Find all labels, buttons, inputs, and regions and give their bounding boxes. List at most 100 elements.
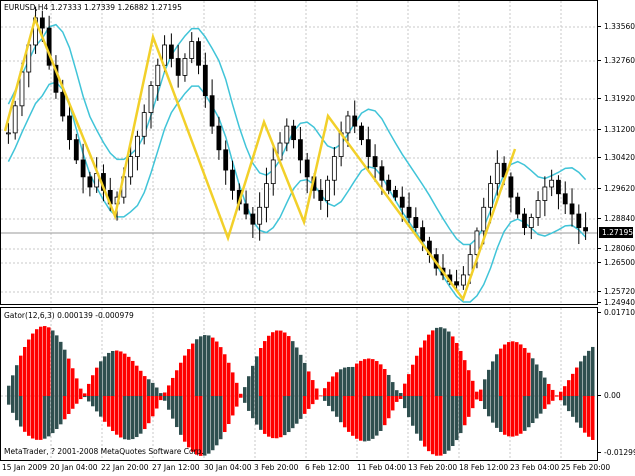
gator-lower-bar <box>363 396 367 442</box>
time-axis-label: 30 Jan 04:00 <box>204 463 252 472</box>
gator-lower-bar <box>23 396 27 432</box>
gator-upper-bar <box>127 356 131 396</box>
candle-body <box>393 189 398 198</box>
gator-lower-bar <box>243 396 247 403</box>
gator-lower-bar <box>179 396 183 435</box>
gator-upper-bar <box>99 361 103 396</box>
gator-upper-bar <box>31 333 35 396</box>
gator-upper-bar <box>351 366 355 396</box>
candle-body <box>331 156 337 181</box>
gator-lower-bar <box>183 396 187 442</box>
gator-upper-bar <box>499 348 503 396</box>
gator-upper-bar <box>187 349 191 396</box>
candle-body <box>196 41 201 66</box>
price-tick-label: 1.28840 <box>604 214 635 223</box>
candle-body <box>406 206 412 218</box>
gator-lower-bar <box>39 396 43 440</box>
gator-pane[interactable]: Gator(12,6,3) 0.000139 -0.000979 MetaTra… <box>0 307 598 461</box>
gator-upper-bar <box>507 342 511 396</box>
gator-upper-bar <box>303 362 307 396</box>
gator-lower-bar <box>127 396 131 440</box>
gator-upper-bar <box>427 334 431 396</box>
gator-scale: 0.017108 0.00 -0.01299 <box>598 307 635 461</box>
price-scale[interactable]: 1.33560 1.32760 1.31920 1.31200 1.30420 1.296… <box>598 0 635 307</box>
gator-lower-bar <box>355 396 359 439</box>
gator-upper-bar <box>379 364 383 396</box>
gator-title: Gator(12,6,3) 0.000139 -0.000979 <box>4 311 134 320</box>
gator-lower-bar <box>303 396 307 414</box>
time-axis-label: 6 Feb 12:00 <box>305 463 350 472</box>
candle-body <box>291 125 297 141</box>
upper-band-line <box>7 23 587 246</box>
gator-lower-bar <box>347 396 351 432</box>
gator-lower-bar <box>175 396 179 428</box>
gator-upper-bar <box>247 376 251 396</box>
gator-lower-bar <box>191 396 195 452</box>
candle-body <box>202 64 208 97</box>
gator-upper-bar <box>531 358 535 396</box>
gator-lower-bar <box>359 396 363 441</box>
gator-upper-bar <box>395 390 399 396</box>
candle-body <box>556 179 561 195</box>
price-tick-label: 1.33560 <box>604 22 635 31</box>
gator-lower-bar <box>563 396 567 406</box>
gator-lower-bar <box>151 396 155 417</box>
gator-lower-bar <box>259 396 263 430</box>
gator-upper-bar <box>411 364 415 396</box>
gator-lower-bar <box>499 396 503 432</box>
gator-lower-bar <box>239 396 243 398</box>
gator-upper-bar <box>315 388 319 396</box>
gator-upper-bar <box>463 360 467 396</box>
gator-lower-bar <box>291 396 295 429</box>
candle-body <box>264 183 269 208</box>
gator-lower-bar <box>263 396 267 434</box>
candle-body <box>515 196 521 215</box>
gator-upper-bar <box>491 361 495 396</box>
price-tick-mark <box>598 291 601 292</box>
gator-upper-bar <box>27 339 31 396</box>
candle-body <box>270 159 276 185</box>
gator-lower-bar <box>287 396 291 433</box>
gator-lower-bar <box>515 396 519 436</box>
gator-lower-bar <box>455 396 459 441</box>
gator-upper-bar <box>87 383 91 396</box>
gator-upper-bar <box>487 369 491 396</box>
gator-lower-bar <box>583 396 587 433</box>
gator-lower-bar <box>543 396 547 409</box>
candle-body <box>372 156 378 168</box>
gator-lower-bar <box>27 396 31 436</box>
gator-lower-bar <box>523 396 527 431</box>
gator-lower-bar <box>547 396 551 405</box>
candle-body <box>5 132 11 135</box>
gator-lower-bar <box>451 396 455 447</box>
gator-lower-bar <box>411 396 415 426</box>
gator-upper-bar <box>587 350 591 396</box>
price-tick-label: 1.28060 <box>604 244 635 253</box>
gator-upper-bar <box>267 335 271 396</box>
gator-upper-bar <box>399 392 403 396</box>
gator-upper-bar <box>43 326 47 396</box>
gator-lower-bar <box>283 396 287 436</box>
gator-lower-bar <box>407 396 411 418</box>
gator-upper-bar <box>119 351 123 396</box>
gator-lower-bar <box>371 396 375 439</box>
gator-upper-bar <box>147 379 151 396</box>
gator-lower-bar <box>555 396 559 397</box>
gator-upper-bar <box>239 393 243 396</box>
gator-lower-bar <box>531 396 535 424</box>
candle-body <box>318 189 324 201</box>
price-chart-pane[interactable]: EURUSD,H4 1.27333 1.27339 1.26882 1.2719… <box>0 0 598 305</box>
gator-upper-bar <box>67 358 71 396</box>
price-tick-label: 1.30420 <box>604 153 635 162</box>
candle-body <box>481 206 487 232</box>
gator-upper-bar <box>415 355 419 396</box>
gator-lower-bar <box>327 396 331 406</box>
candle-body <box>73 139 79 161</box>
gator-lower-bar <box>507 396 511 437</box>
gator-upper-bar <box>455 342 459 396</box>
candle-body <box>345 115 351 134</box>
gator-upper-bar <box>447 331 451 396</box>
gator-lower-bar <box>559 396 563 401</box>
symbol-label: EURUSD,H4 1.27333 1.27339 1.26882 1.2719… <box>4 3 182 12</box>
gator-lower-bar <box>195 396 199 455</box>
